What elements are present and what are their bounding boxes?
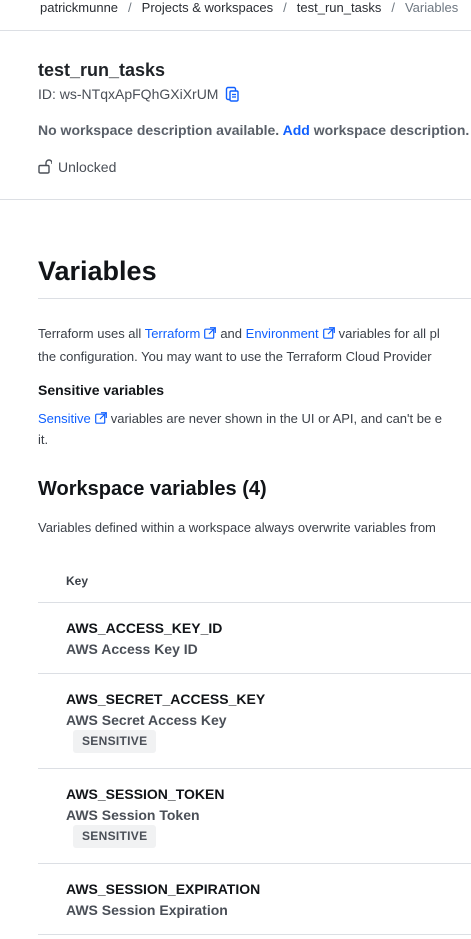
external-link-icon <box>94 412 107 424</box>
workspace-description: No workspace description available. Add … <box>38 122 469 138</box>
workspace-variables-description: Variables defined within a workspace alw… <box>38 520 436 535</box>
sensitive-text: Sensitive variables are never shown in th… <box>38 408 442 450</box>
variable-description: AWS Session Token <box>66 807 200 823</box>
row-divider <box>38 673 471 674</box>
terraform-variables-link[interactable]: Terraform <box>145 326 201 341</box>
breadcrumb-org[interactable]: patrickmunne <box>40 0 118 15</box>
unlocked-padlock-icon <box>38 159 53 174</box>
sensitive-line-1: Sensitive variables are never shown in th… <box>38 408 442 429</box>
row-divider <box>38 768 471 769</box>
column-header-key[interactable]: Key <box>66 574 88 588</box>
sensitive-text-body: variables are never shown in the UI or A… <box>110 411 443 426</box>
intro-text-and: and <box>220 326 243 341</box>
workspace-variables-heading: Workspace variables (4) <box>38 478 267 500</box>
variable-key[interactable]: AWS_ACCESS_KEY_ID <box>66 620 222 636</box>
breadcrumb-separator: / <box>128 0 132 15</box>
sensitive-heading: Sensitive variables <box>38 382 165 398</box>
external-link-icon <box>322 327 335 339</box>
intro-text-a: Terraform uses all <box>38 326 142 341</box>
breadcrumb-separator: / <box>283 0 287 15</box>
table-header-divider <box>38 602 471 603</box>
breadcrumb-workspace[interactable]: test_run_tasks <box>297 0 382 15</box>
description-suffix: workspace description. <box>313 122 470 138</box>
page-title: Variables <box>38 256 157 286</box>
title-divider <box>38 298 471 299</box>
lock-status[interactable]: Unlocked <box>38 159 116 175</box>
breadcrumb: patrickmunne / Projects & workspaces / test_… <box>40 0 458 16</box>
sensitive-badge: SENSITIVE <box>73 730 157 753</box>
workspace-id-text: ID: ws-NTqxApFQhGXiXrUM <box>38 86 219 102</box>
variable-description: AWS Session Expiration <box>66 902 228 918</box>
sensitive-line-2: it. <box>38 432 49 447</box>
breadcrumb-projects[interactable]: Projects & workspaces <box>142 0 274 15</box>
variables-intro: Terraform uses all Terraform and Environm… <box>38 322 440 368</box>
sensitive-badge: SENSITIVE <box>73 825 157 848</box>
description-prefix: No workspace description available. <box>38 122 280 138</box>
variable-key[interactable]: AWS_SECRET_ACCESS_KEY <box>66 691 265 707</box>
add-description-link[interactable]: Add <box>283 122 310 138</box>
workspace-name: test_run_tasks <box>38 60 166 80</box>
row-divider <box>38 934 471 935</box>
workspace-id: ID: ws-NTqxApFQhGXiXrUM <box>38 86 240 105</box>
section-divider <box>0 199 471 200</box>
variable-description: AWS Secret Access Key <box>66 712 227 728</box>
intro-line-1: Terraform uses all Terraform and Environm… <box>38 322 440 345</box>
external-link-icon <box>204 327 217 339</box>
variable-key[interactable]: AWS_SESSION_TOKEN <box>66 786 224 802</box>
variable-description: AWS Access Key ID <box>66 641 198 657</box>
environment-variables-link[interactable]: Environment <box>246 326 319 341</box>
intro-text-b: variables for all pl <box>338 326 440 341</box>
intro-line-2: the configuration. You may want to use t… <box>38 349 432 364</box>
breadcrumb-separator: / <box>391 0 395 15</box>
copy-icon[interactable] <box>224 86 240 105</box>
variable-key[interactable]: AWS_SESSION_EXPIRATION <box>66 881 260 897</box>
lock-status-label: Unlocked <box>58 159 117 175</box>
header-divider <box>0 30 471 31</box>
row-divider <box>38 863 471 864</box>
sensitive-link[interactable]: Sensitive <box>38 411 91 426</box>
breadcrumb-current: Variables <box>404 0 459 15</box>
